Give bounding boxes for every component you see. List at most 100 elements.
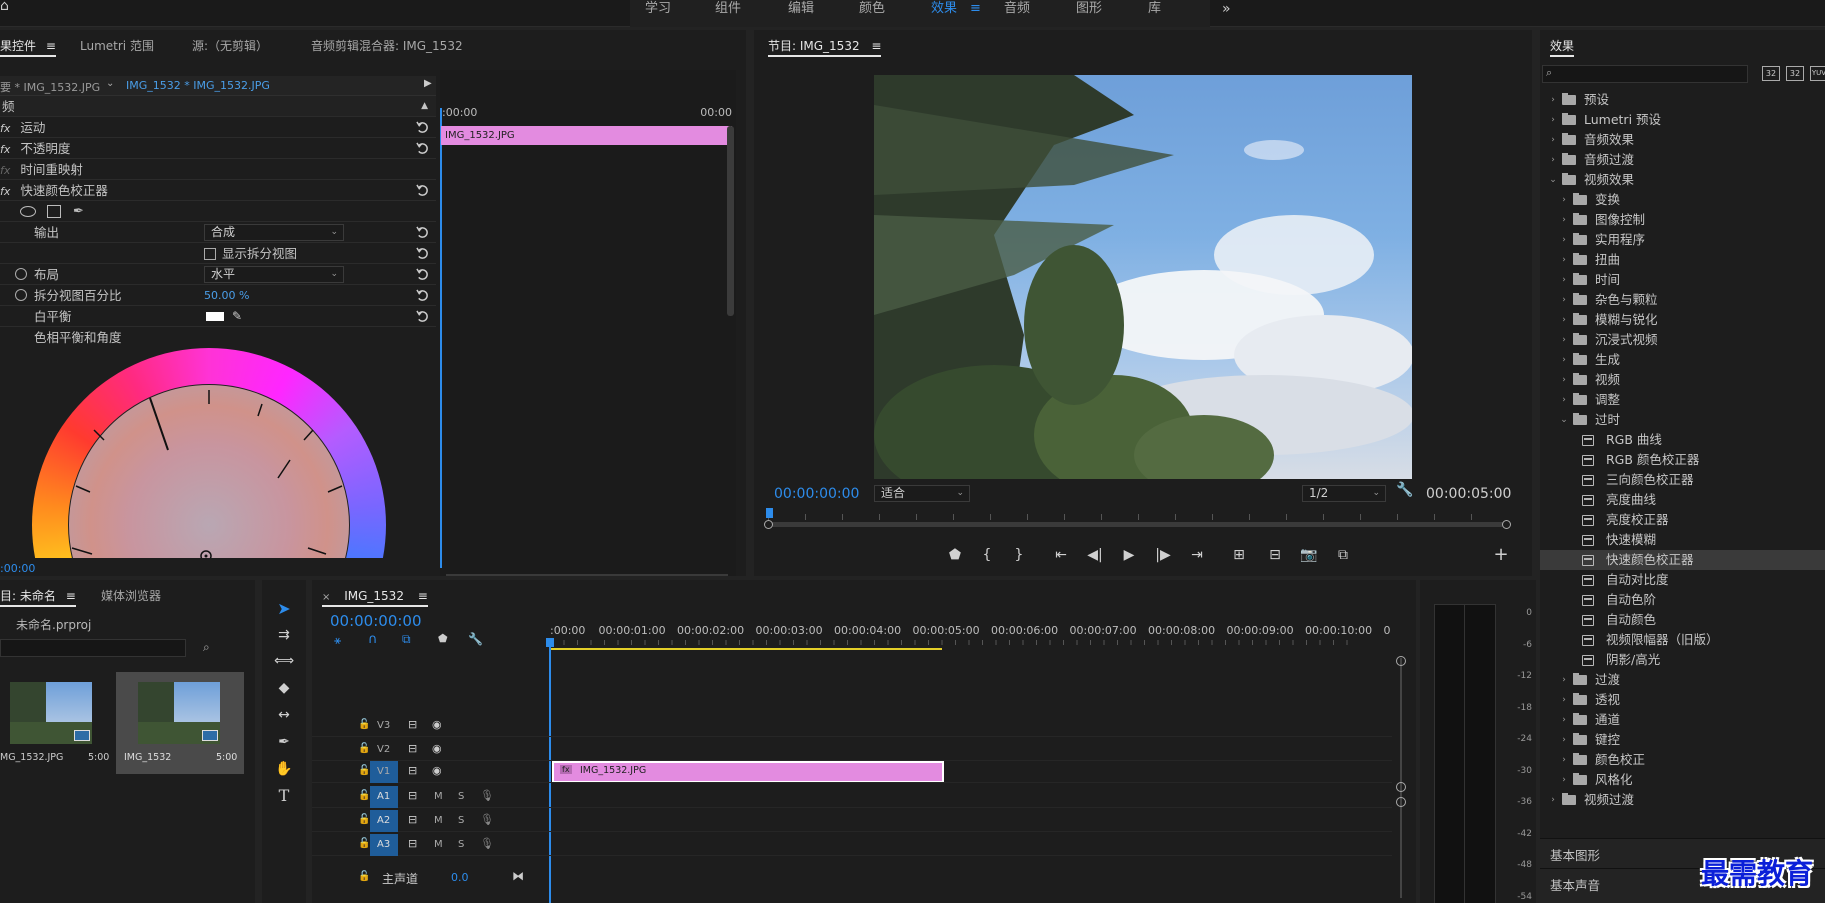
effect-row-time-remap[interactable]: fx 时间重映射 <box>0 159 436 180</box>
solo-button[interactable]: S <box>458 791 464 802</box>
step-forward-button[interactable]: |▶ <box>1152 544 1174 566</box>
effects-tree-item[interactable]: › 实用程序 <box>1540 230 1825 250</box>
effects-tree-item[interactable]: 三向颜色校正器 <box>1540 470 1825 490</box>
eyedropper-icon[interactable]: ✎ <box>232 306 242 327</box>
effects-tree-item[interactable]: › 键控 <box>1540 730 1825 750</box>
chevron-right-icon[interactable]: › <box>1559 230 1569 250</box>
effects-tree-item[interactable]: › 视频过渡 <box>1540 790 1825 810</box>
slip-tool-icon[interactable]: ↔ <box>272 704 296 726</box>
linked-selection-icon[interactable]: ⧉ <box>402 632 411 647</box>
nest-sequences-icon[interactable]: ⚹ <box>334 633 341 648</box>
effects-tree-item[interactable]: › 颜色校正 <box>1540 750 1825 770</box>
workspace-overflow-icon[interactable]: » <box>1222 0 1231 18</box>
program-monitor-tab[interactable]: 节目: IMG_1532 ≡ <box>768 30 882 62</box>
effects-tree-item[interactable]: › 音频效果 <box>1540 130 1825 150</box>
step-back-button[interactable]: ◀| <box>1084 544 1106 566</box>
solo-button[interactable]: S <box>458 815 464 826</box>
workspace-tab-graphics[interactable]: 图形 <box>1076 0 1102 18</box>
effects-tree-item[interactable]: 自动对比度 <box>1540 570 1825 590</box>
yuv-effects-icon[interactable]: YUV <box>1810 66 1825 81</box>
reset-icon[interactable] <box>416 121 429 134</box>
ec-timecode[interactable]: :00:00 <box>0 562 35 575</box>
close-icon[interactable]: × <box>322 592 330 603</box>
microphone-icon[interactable]: 🎙 <box>480 813 494 826</box>
project-item-image[interactable]: MG_1532.JPG 5:00 <box>0 672 116 774</box>
lock-icon[interactable]: 🔓 <box>358 838 370 849</box>
scroll-handle-icon[interactable] <box>1396 782 1406 792</box>
master-clip-label[interactable]: 要 * IMG_1532.JPG <box>0 79 100 95</box>
workspace-tab-assembly[interactable]: 组件 <box>715 0 741 18</box>
reset-icon[interactable] <box>416 310 429 323</box>
microphone-icon[interactable]: 🎙 <box>480 837 494 850</box>
effects-tree-item[interactable]: ⌄ 视频效果 <box>1540 170 1825 190</box>
effects-tree-item[interactable]: › 沉浸式视频 <box>1540 330 1825 350</box>
reset-icon[interactable] <box>416 289 429 302</box>
reset-icon[interactable] <box>416 268 429 281</box>
program-video-frame[interactable] <box>874 75 1412 479</box>
go-to-out-button[interactable]: ⇥ <box>1186 544 1208 566</box>
chevron-right-icon[interactable]: › <box>1559 710 1569 730</box>
razor-tool-icon[interactable]: ◆ <box>272 677 296 699</box>
scrubber-playhead[interactable] <box>766 508 773 518</box>
effects-tree-item[interactable]: › 图像控制 <box>1540 210 1825 230</box>
lock-icon[interactable]: 🔓 <box>358 719 370 730</box>
sync-lock-icon[interactable]: ⊟ <box>408 718 417 731</box>
effects-tree-item[interactable]: › 视频 <box>1540 370 1825 390</box>
chevron-right-icon[interactable]: › <box>1559 290 1569 310</box>
play-button[interactable]: ▶ <box>1118 544 1140 566</box>
effects-tree-item[interactable]: 自动色阶 <box>1540 590 1825 610</box>
add-marker-button[interactable]: ⬟ <box>944 544 966 566</box>
effects-tree-item[interactable]: › 通道 <box>1540 710 1825 730</box>
chevron-right-icon[interactable]: › <box>1559 250 1569 270</box>
panel-menu-icon[interactable]: ≡ <box>46 39 56 53</box>
program-timecode[interactable]: 00:00:00:00 <box>774 486 859 502</box>
split-view-checkbox[interactable] <box>204 248 216 260</box>
type-tool-icon[interactable]: T <box>272 785 296 807</box>
button-editor-button[interactable]: + <box>1490 544 1512 566</box>
project-search-input[interactable] <box>0 639 186 657</box>
lift-button[interactable]: ⊞ <box>1228 544 1250 566</box>
tab-project[interactable]: 目: 未命名 ≡ <box>0 580 76 612</box>
lock-icon[interactable]: 🔓 <box>358 871 370 882</box>
timeline-tab[interactable]: × IMG_1532 ≡ <box>322 580 428 612</box>
effects-tree-item[interactable]: › 扭曲 <box>1540 250 1825 270</box>
timeline-playhead-head[interactable] <box>546 638 554 647</box>
reset-icon[interactable] <box>416 247 429 260</box>
scroll-handle-icon[interactable] <box>1396 656 1406 666</box>
extract-button[interactable]: ⊟ <box>1264 544 1286 566</box>
reset-icon[interactable] <box>416 142 429 155</box>
chevron-right-icon[interactable]: › <box>1548 130 1558 150</box>
workspace-tab-effects[interactable]: 效果 <box>931 0 957 18</box>
effects-tree-item[interactable]: 快速颜色校正器 <box>1540 550 1825 570</box>
mark-in-button[interactable]: { <box>976 544 998 566</box>
go-to-end-icon[interactable]: ⧓ <box>512 869 524 883</box>
workspace-tab-audio[interactable]: 音频 <box>1004 0 1030 18</box>
chevron-right-icon[interactable]: › <box>1559 690 1569 710</box>
wrench-icon[interactable]: 🔧 <box>1396 482 1413 498</box>
chevron-right-icon[interactable]: › <box>1559 750 1569 770</box>
lock-icon[interactable]: 🔓 <box>358 814 370 825</box>
chevron-right-icon[interactable]: › <box>1548 790 1558 810</box>
mute-button[interactable]: M <box>434 815 443 826</box>
chevron-down-icon[interactable]: ⌄ <box>106 78 114 89</box>
project-item-sequence[interactable]: IMG_1532 5:00 <box>116 672 244 774</box>
effects-tree-item[interactable]: RGB 曲线 <box>1540 430 1825 450</box>
chevron-right-icon[interactable]: › <box>1548 110 1558 130</box>
workspace-tab-editing[interactable]: 编辑 <box>788 0 814 18</box>
eye-icon[interactable]: ◉ <box>432 764 442 777</box>
effects-tree-item[interactable]: › 过渡 <box>1540 670 1825 690</box>
chevron-down-icon[interactable]: ⌄ <box>1548 170 1558 190</box>
ripple-edit-tool-icon[interactable]: ⟺ <box>272 650 296 672</box>
export-frame-button[interactable]: 📷 <box>1298 544 1320 566</box>
effects-tree-item[interactable]: 亮度曲线 <box>1540 490 1825 510</box>
chevron-right-icon[interactable]: › <box>1559 770 1569 790</box>
effects-panel-tab[interactable]: 效果 <box>1550 30 1575 62</box>
mute-button[interactable]: M <box>434 791 443 802</box>
effects-tree-item[interactable]: 自动颜色 <box>1540 610 1825 630</box>
mute-button[interactable]: M <box>434 839 443 850</box>
resolution-dropdown[interactable]: 1/2 ⌄ <box>1302 485 1386 502</box>
tab-lumetri-scopes[interactable]: Lumetri 范围 <box>80 30 154 62</box>
chevron-right-icon[interactable]: › <box>1559 350 1569 370</box>
effects-search-input[interactable]: ⌕ <box>1542 65 1748 83</box>
chevron-right-icon[interactable]: › <box>1559 370 1569 390</box>
